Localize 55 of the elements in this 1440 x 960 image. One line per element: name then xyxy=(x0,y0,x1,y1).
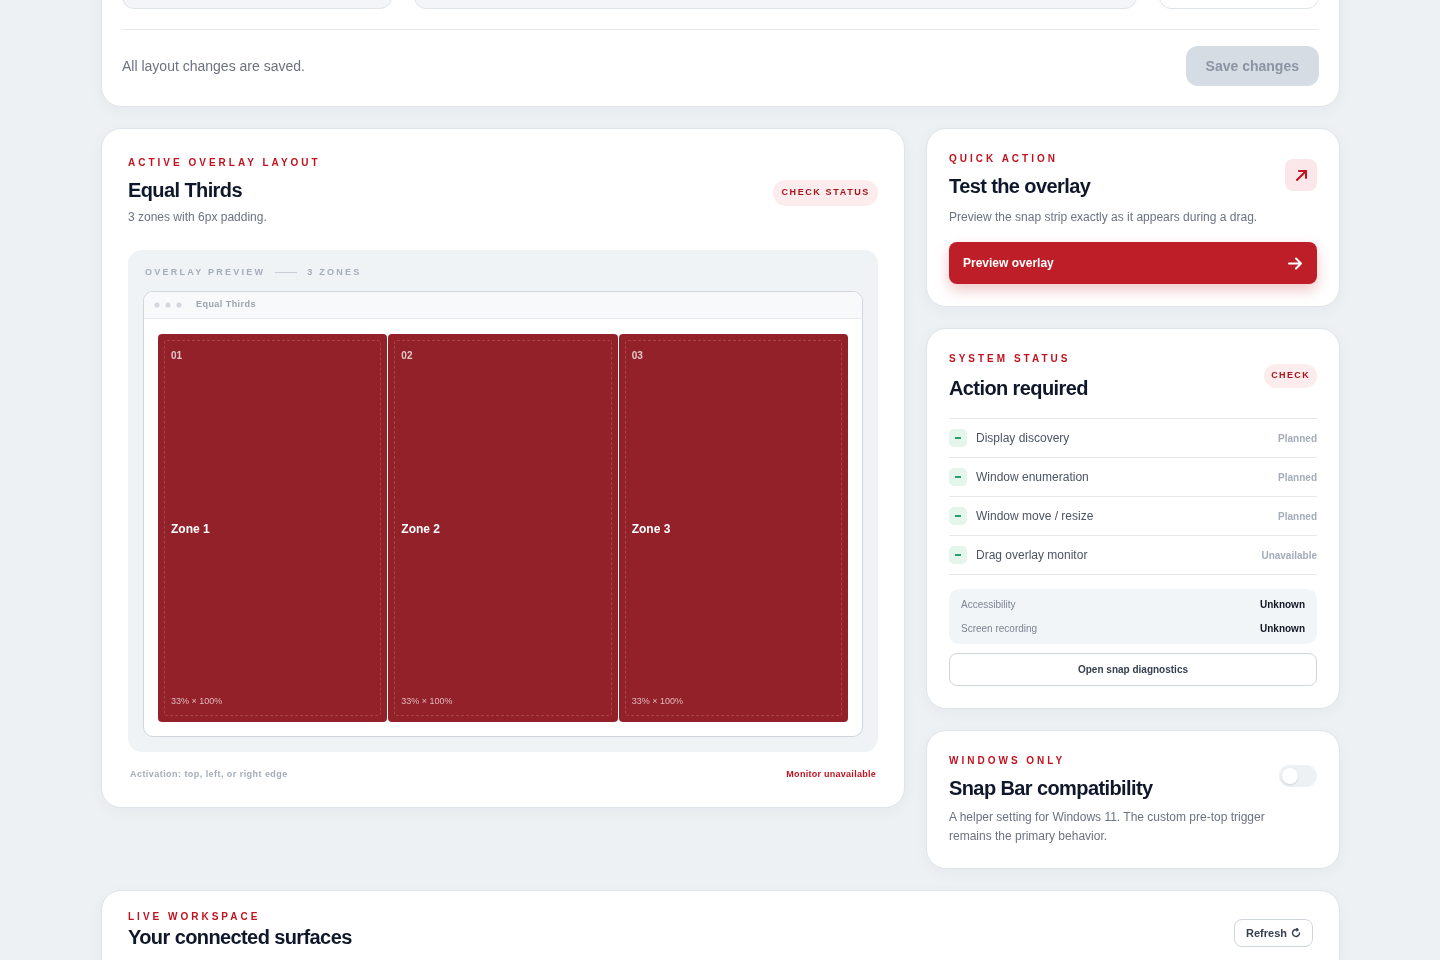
status-badge: CHECK STATUS xyxy=(773,180,878,206)
window-dots-icon xyxy=(154,301,182,308)
zone-size: 33% × 100% xyxy=(631,695,684,708)
open-link-button[interactable] xyxy=(1285,159,1317,191)
minus-icon xyxy=(949,429,967,447)
section-label: WINDOWS ONLY xyxy=(949,754,1067,768)
zone-name: Zone 3 xyxy=(631,520,672,538)
diagnostics-button[interactable]: Open snap diagnostics xyxy=(949,653,1317,686)
card-title: Action required xyxy=(949,376,1088,400)
window-title: Equal Thirds xyxy=(196,297,256,311)
status-item-value: Planned xyxy=(1278,509,1317,524)
monitor-status: Monitor unavailable xyxy=(786,767,876,781)
refresh-button[interactable]: Refresh xyxy=(1234,919,1313,947)
minus-icon xyxy=(949,468,967,486)
section-label: LIVE WORKSPACE xyxy=(128,910,262,924)
status-badge: CHECK xyxy=(1264,364,1317,388)
card-title: Your connected surfaces xyxy=(128,927,352,947)
zone-count: 3 ZONES xyxy=(307,266,362,279)
permission-label: Screen recording xyxy=(961,622,1038,636)
zone-number: 01 xyxy=(171,348,184,363)
zone-number: 02 xyxy=(401,348,414,363)
zone-name: Zone 2 xyxy=(401,520,441,538)
card-title: Snap Bar compatibility xyxy=(949,776,1153,800)
zone-number: 03 xyxy=(631,348,644,363)
section-label: QUICK ACTION xyxy=(949,152,1059,166)
permission-value: Unknown xyxy=(1260,598,1305,612)
card-description: A helper setting for Windows 11. The custom pre-top trigger remains the primary behavior. xyxy=(949,809,1266,845)
preview-label: OVERLAY PREVIEW xyxy=(145,266,266,279)
zone-name: Zone 1 xyxy=(171,520,211,538)
status-item-label: Drag overlay monitor xyxy=(976,547,1089,564)
save-status-text: All layout changes are saved. xyxy=(122,56,305,76)
minus-icon xyxy=(949,546,967,564)
toggle-switch[interactable] xyxy=(1279,765,1317,787)
zone-size: 33% × 100% xyxy=(401,695,454,708)
status-item-label: Window move / resize xyxy=(976,508,1095,525)
status-item-label: Display discovery xyxy=(976,430,1071,447)
minus-icon xyxy=(949,507,967,525)
arrow-right-icon xyxy=(1288,256,1303,270)
permission-label: Accessibility xyxy=(961,598,1016,612)
zone-size: 33% × 100% xyxy=(171,695,224,708)
status-item-label: Window enumeration xyxy=(976,469,1090,486)
status-item-value: Unavailable xyxy=(1261,548,1317,563)
section-label: SYSTEM STATUS xyxy=(949,352,1072,366)
status-item-value: Planned xyxy=(1278,431,1317,446)
card-description: Preview the snap strip exactly as it appears during a drag. xyxy=(949,209,1259,226)
preview-overlay-button[interactable]: Preview overlay xyxy=(949,242,1317,284)
diagonal-arrow-icon xyxy=(1294,168,1308,182)
status-item-value: Planned xyxy=(1278,470,1317,485)
refresh-icon xyxy=(1291,928,1301,938)
permission-value: Unknown xyxy=(1260,622,1305,636)
section-label: ACTIVE OVERLAY LAYOUT xyxy=(128,156,322,170)
card-title: Test the overlay xyxy=(949,174,1091,198)
layout-title: Equal Thirds xyxy=(128,178,243,202)
layout-subtitle: 3 zones with 6px padding. xyxy=(128,209,267,226)
activation-text: Activation: top, left, or right edge xyxy=(130,767,288,781)
